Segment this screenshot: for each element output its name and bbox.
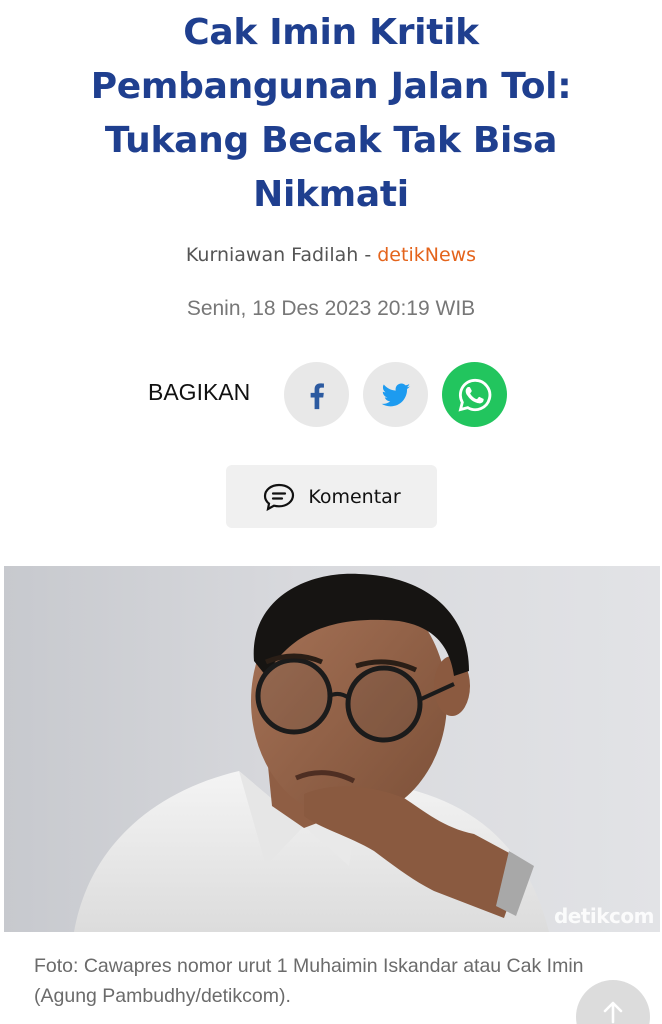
article-photo[interactable]: detikcom xyxy=(4,566,660,932)
source-name[interactable]: detikNews xyxy=(377,244,476,266)
whatsapp-share-button[interactable] xyxy=(442,362,507,427)
byline-separator: - xyxy=(358,244,378,266)
arrow-up-icon xyxy=(603,1001,623,1024)
twitter-icon xyxy=(381,383,410,406)
photo-watermark: detikcom xyxy=(553,904,655,928)
comment-button[interactable]: Komentar xyxy=(226,465,437,528)
author-name[interactable]: Kurniawan Fadilah xyxy=(186,244,358,266)
share-label: BAGIKAN xyxy=(148,379,251,405)
whatsapp-icon xyxy=(458,378,491,411)
photo-caption: Foto: Cawapres nomor urut 1 Muhaimin Isk… xyxy=(34,955,584,1007)
facebook-icon xyxy=(310,382,324,409)
article-headline: Cak Imin Kritik Pembangunan Jalan Tol: T… xyxy=(90,12,572,215)
article-byline: Kurniawan Fadilah - detikNews xyxy=(0,244,662,266)
comment-icon xyxy=(264,483,295,511)
comment-label: Komentar xyxy=(308,485,401,508)
publish-date: Senin, 18 Des 2023 20:19 WIB xyxy=(186,297,476,320)
twitter-share-button[interactable] xyxy=(363,362,428,427)
facebook-share-button[interactable] xyxy=(284,362,349,427)
portrait-illustration xyxy=(74,573,549,932)
